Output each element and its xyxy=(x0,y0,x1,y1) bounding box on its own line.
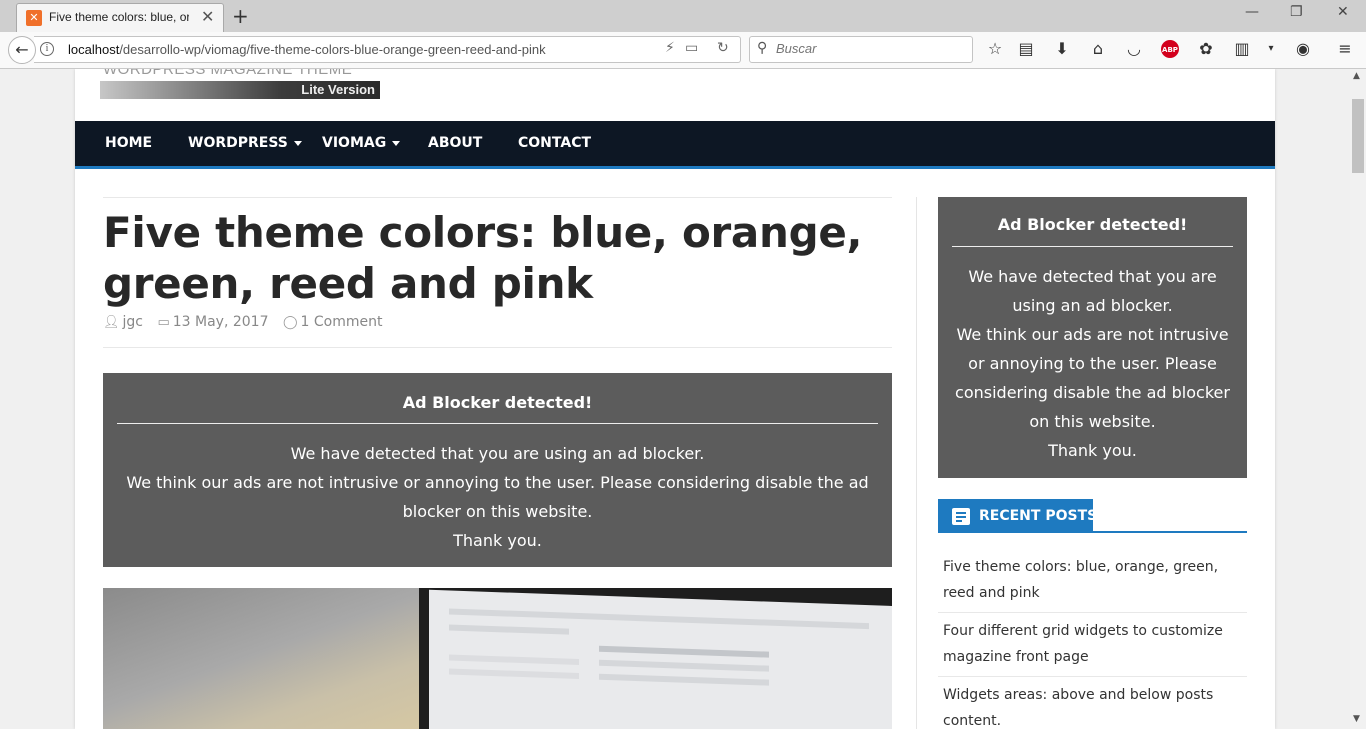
post-date: 13 May, 2017 xyxy=(172,314,269,330)
pocket-icon[interactable]: ◡ xyxy=(1124,39,1144,59)
nav-wordpress[interactable]: WORDPRESS xyxy=(188,121,302,166)
sidebar-ad-line2: We think our ads are not intrusive or an… xyxy=(955,325,1230,431)
post-title: Five theme colors: blue, orange, green, … xyxy=(103,208,863,308)
address-url[interactable]: localhost/desarrollo-wp/viomag/five-them… xyxy=(68,42,546,57)
reload-icon[interactable]: ↻ xyxy=(717,40,729,56)
bookmarks-list-icon[interactable]: ▤ xyxy=(1016,39,1036,59)
nav-about[interactable]: ABOUT xyxy=(428,121,482,166)
page-viewport: WORDPRESS MAGAZINE THEME Lite Version HO… xyxy=(0,69,1350,729)
search-box[interactable]: ⚲ xyxy=(749,36,973,63)
ad-notice-line3: Thank you. xyxy=(453,531,542,550)
address-bar[interactable]: i localhost/desarrollo-wp/viomag/five-th… xyxy=(34,36,741,63)
extension-puzzle-icon[interactable]: ✿ xyxy=(1196,39,1216,59)
ad-notice-line1: We have detected that you are using an a… xyxy=(290,444,705,463)
xampp-favicon-icon: ✕ xyxy=(26,10,42,26)
scroll-up-icon[interactable]: ▲ xyxy=(1353,71,1360,81)
recent-post-link[interactable]: Five theme colors: blue, orange, green, … xyxy=(938,549,1247,613)
overflow-chevron-icon[interactable]: ▾ xyxy=(1261,39,1281,59)
site-container: WORDPRESS MAGAZINE THEME Lite Version HO… xyxy=(75,69,1275,729)
logo-sub: Lite Version xyxy=(301,82,375,97)
recent-posts-title: RECENT POSTS xyxy=(938,499,1097,533)
new-tab-button[interactable]: + xyxy=(232,4,249,28)
ad-notice-heading: Ad Blocker detected! xyxy=(402,393,593,412)
user-icon: 👤︎ xyxy=(103,315,120,330)
site-logo[interactable]: WORDPRESS MAGAZINE THEME Lite Version xyxy=(100,69,380,101)
clipboard-icon[interactable]: ▥ xyxy=(1232,39,1252,59)
scrollbar-thumb[interactable] xyxy=(1352,99,1364,173)
search-input[interactable] xyxy=(776,41,956,56)
nav-viomag[interactable]: VIOMAG xyxy=(322,121,401,166)
post-meta: 👤︎ jgc ▭ 13 May, 2017 ◯ 1 Comment xyxy=(103,314,382,330)
document-icon xyxy=(952,508,970,525)
close-window-button[interactable]: ✕ xyxy=(1337,4,1349,20)
lightning-icon[interactable]: ⚡ xyxy=(665,40,675,56)
browser-tab-strip: ✕ Five theme colors: blue, orar ✕ + — ❐ … xyxy=(0,0,1366,32)
restore-button[interactable]: ❐ xyxy=(1290,4,1303,20)
chevron-down-icon xyxy=(293,140,302,146)
site-info-icon[interactable]: i xyxy=(40,42,54,56)
page-scrollbar[interactable]: ▲ ▼ xyxy=(1350,69,1366,729)
sidebar-ad-line3: Thank you. xyxy=(1048,441,1137,460)
logo-text: WORDPRESS MAGAZINE THEME xyxy=(103,69,353,78)
sidebar-ad-heading: Ad Blocker detected! xyxy=(997,215,1188,234)
back-button[interactable]: ← xyxy=(8,36,36,64)
nav-home[interactable]: HOME xyxy=(105,121,152,166)
divider xyxy=(103,197,892,198)
calendar-icon: ▭ xyxy=(157,315,170,330)
featured-image xyxy=(103,588,892,729)
search-icon: ⚲ xyxy=(757,40,768,56)
column-divider xyxy=(916,197,917,729)
color-picker-icon[interactable]: ◉ xyxy=(1293,39,1313,59)
menu-hamburger-icon[interactable]: ≡ xyxy=(1335,39,1355,59)
reader-view-icon[interactable]: ▭ xyxy=(685,40,698,56)
downloads-icon[interactable]: ⬇ xyxy=(1052,39,1072,59)
home-icon[interactable]: ⌂ xyxy=(1088,39,1108,59)
bookmark-star-icon[interactable]: ☆ xyxy=(985,39,1005,59)
minimize-button[interactable]: — xyxy=(1245,4,1259,20)
ad-notice-rule xyxy=(117,423,878,424)
ad-blocker-notice: Ad Blocker detected! We have detected th… xyxy=(103,373,892,567)
nav-contact[interactable]: CONTACT xyxy=(518,121,591,166)
sidebar-ad-line1: We have detected that you are using an a… xyxy=(968,267,1217,315)
tab-close-icon[interactable]: ✕ xyxy=(201,7,214,26)
browser-toolbar: i localhost/desarrollo-wp/viomag/five-th… xyxy=(0,32,1366,69)
recent-posts-header: RECENT POSTS xyxy=(938,499,1247,533)
browser-tab[interactable]: ✕ Five theme colors: blue, orar ✕ xyxy=(16,3,224,32)
divider xyxy=(103,347,892,348)
post-comments[interactable]: 1 Comment xyxy=(301,314,383,330)
article: Five theme colors: blue, orange, green, … xyxy=(103,197,892,348)
sidebar-ad-rule xyxy=(952,246,1233,247)
main-navigation: HOME WORDPRESS VIOMAG ABOUT CONTACT xyxy=(75,121,1275,169)
recent-post-link[interactable]: Four different grid widgets to customize… xyxy=(938,613,1247,677)
chevron-down-icon xyxy=(392,140,401,146)
post-author[interactable]: jgc xyxy=(123,314,143,330)
recent-post-link[interactable]: Widgets areas: above and below posts con… xyxy=(938,677,1247,729)
logo-bar: Lite Version xyxy=(100,81,380,99)
recent-posts-list: Five theme colors: blue, orange, green, … xyxy=(938,549,1247,729)
scroll-down-icon[interactable]: ▼ xyxy=(1353,714,1360,724)
tab-title: Five theme colors: blue, orar xyxy=(49,10,189,24)
sidebar-ad-blocker-notice: Ad Blocker detected! We have detected th… xyxy=(938,197,1247,478)
comment-icon: ◯ xyxy=(282,315,298,330)
ad-notice-line2: We think our ads are not intrusive or an… xyxy=(126,473,869,521)
adblock-plus-icon[interactable]: ABP xyxy=(1161,40,1179,58)
